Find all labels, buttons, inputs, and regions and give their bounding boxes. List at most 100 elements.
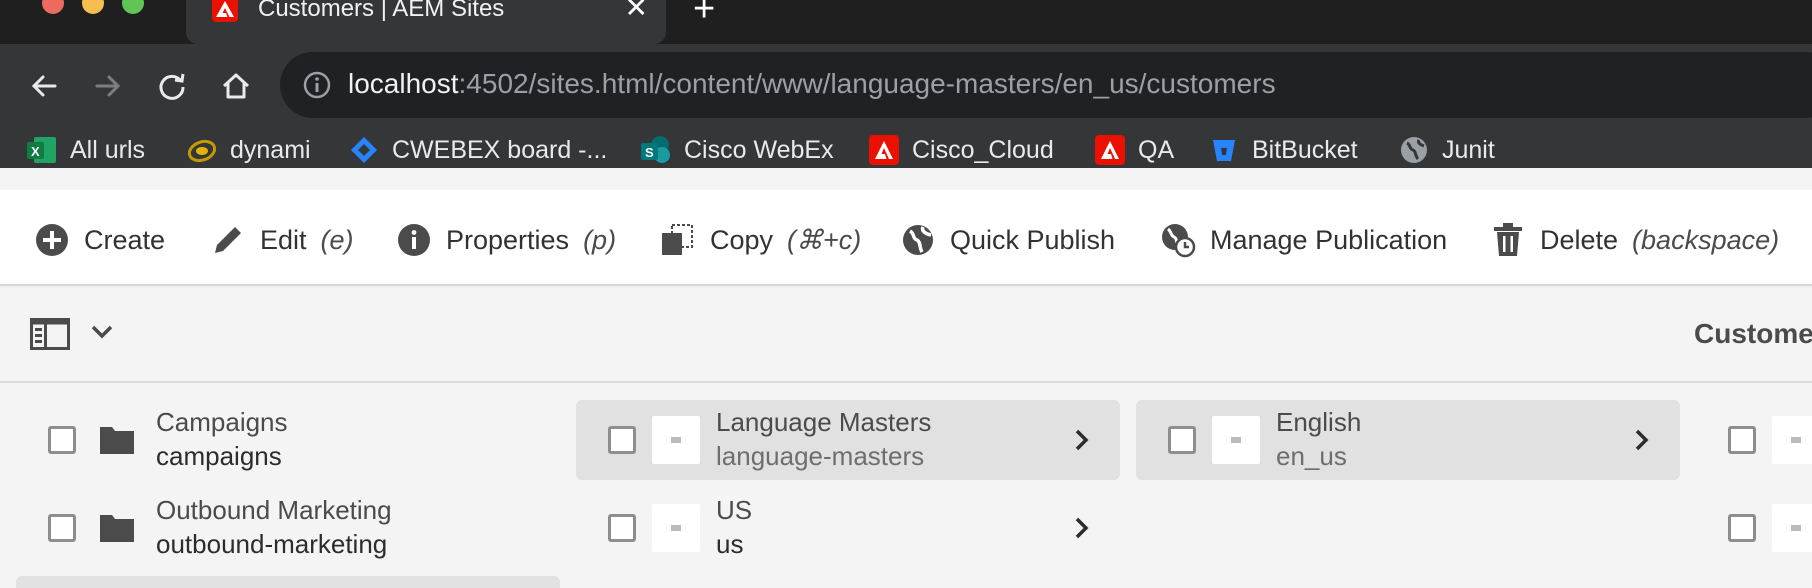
bookmark-label: CWEBEX board -...: [392, 135, 608, 164]
action-shortcut: (e): [320, 224, 354, 255]
bookmark-cwebex-board[interactable]: CWEBEX board -...: [348, 132, 607, 168]
chevron-right-icon: [1075, 429, 1089, 451]
adobe-icon: [1094, 134, 1126, 166]
home-button[interactable]: [214, 64, 258, 108]
bookmark-dynami[interactable]: dynami: [186, 132, 311, 168]
list-item[interactable]: Language Masters language-masters: [576, 400, 1120, 480]
page-thumbnail: [652, 504, 700, 552]
chevron-right-icon: [1635, 429, 1649, 451]
bookmark-label: All urls: [70, 135, 146, 164]
item-checkbox[interactable]: [48, 514, 76, 542]
item-title: Language Masters: [716, 407, 932, 437]
page-title: Customer: [1694, 318, 1812, 349]
bookmark-label: Junit: [1442, 135, 1495, 164]
page-thumbnail: [1772, 504, 1812, 552]
item-checkbox[interactable]: [1728, 514, 1756, 542]
item-name: language-masters: [716, 441, 925, 471]
create-button[interactable]: Create: [34, 220, 165, 260]
globe-icon: [1398, 134, 1430, 166]
bookmark-qa[interactable]: QA: [1094, 132, 1174, 168]
action-label: Delete: [1540, 224, 1619, 255]
manage-publication-button[interactable]: Manage Publication: [1160, 220, 1447, 260]
folder-icon: [100, 427, 134, 454]
trash-icon: [1490, 222, 1526, 258]
excel-icon: X: [26, 134, 58, 166]
close-window-button[interactable]: [42, 0, 64, 14]
item-name: outbound-marketing: [156, 529, 388, 559]
action-label: Copy: [710, 224, 774, 255]
bookmark-all-urls[interactable]: X All urls: [26, 132, 145, 168]
globe-icon: [900, 222, 936, 258]
new-tab-button[interactable]: +: [693, 0, 715, 28]
item-checkbox[interactable]: [48, 426, 76, 454]
address-bar[interactable]: localhost:4502/sites.html/content/www/la…: [280, 52, 1812, 118]
copy-icon: [660, 222, 696, 258]
list-item[interactable]: [1696, 488, 1812, 568]
side-rail-icon: [30, 318, 70, 350]
bookmark-bitbucket[interactable]: BitBucket: [1208, 132, 1358, 168]
rail-toggle-button[interactable]: [30, 318, 70, 355]
maximize-window-button[interactable]: [122, 0, 144, 14]
arrow-right-icon: [95, 75, 121, 97]
list-item[interactable]: [16, 576, 560, 588]
item-checkbox[interactable]: [608, 514, 636, 542]
home-icon: [222, 73, 250, 99]
arrow-left-icon: [31, 75, 57, 97]
bookmarks-bar: X All urls dynami CWEBEX board -... S Ci…: [0, 132, 1812, 168]
url-text: localhost:4502/sites.html/content/www/la…: [348, 66, 1276, 102]
properties-button[interactable]: Properties (p): [396, 220, 616, 260]
jira-icon: [348, 134, 380, 166]
info-icon: [396, 222, 432, 258]
bookmark-cisco-webex[interactable]: S Cisco WebEx: [640, 132, 834, 168]
folder-icon: [100, 515, 134, 542]
reload-icon: [159, 73, 185, 100]
browser-toolbar: localhost:4502/sites.html/content/www/la…: [0, 44, 1812, 168]
copy-button[interactable]: Copy (⌘+c): [660, 220, 861, 260]
delete-button[interactable]: Delete (backspace): [1490, 220, 1779, 260]
reload-button[interactable]: [150, 64, 194, 108]
item-name: en_us: [1276, 441, 1347, 471]
page-thumbnail: [652, 416, 700, 464]
quick-publish-button[interactable]: Quick Publish: [900, 220, 1115, 260]
rail-dropdown-button[interactable]: [90, 324, 114, 345]
url-path: :4502/sites.html/content/www/language-ma…: [458, 68, 1276, 99]
item-title: Outbound Marketing: [156, 495, 392, 525]
browser-tab[interactable]: Customers | AEM Sites ✕: [186, 0, 666, 44]
tab-title: Customers | AEM Sites: [258, 0, 505, 22]
pencil-icon: [210, 222, 246, 258]
site-info-icon[interactable]: [302, 70, 332, 100]
item-name: campaigns: [156, 441, 282, 471]
action-label: Properties: [446, 224, 570, 255]
adobe-icon: [868, 134, 900, 166]
list-item[interactable]: English en_us: [1136, 400, 1680, 480]
list-item[interactable]: Outbound Marketing outbound-marketing: [16, 488, 560, 568]
svg-text:S: S: [645, 145, 654, 160]
edit-button[interactable]: Edit (e): [210, 220, 354, 260]
bookmark-label: BitBucket: [1252, 135, 1358, 164]
item-title: US: [716, 495, 753, 525]
bookmark-junit[interactable]: Junit: [1398, 132, 1495, 168]
bookmark-cisco-cloud[interactable]: Cisco_Cloud: [868, 132, 1054, 168]
url-host: localhost: [348, 68, 459, 99]
item-checkbox[interactable]: [1728, 426, 1756, 454]
add-circle-icon: [34, 222, 70, 258]
minimize-window-button[interactable]: [82, 0, 104, 14]
list-item[interactable]: Campaigns campaigns: [16, 400, 560, 480]
bitbucket-icon: [1208, 134, 1240, 166]
list-item[interactable]: [1696, 400, 1812, 480]
bookmark-label: Cisco_Cloud: [912, 135, 1054, 164]
browser-tab-strip: Customers | AEM Sites ✕ +: [0, 0, 1812, 44]
forward-button[interactable]: [86, 64, 130, 108]
item-name: us: [716, 529, 744, 559]
item-checkbox[interactable]: [1168, 426, 1196, 454]
item-checkbox[interactable]: [608, 426, 636, 454]
item-title: English: [1276, 407, 1362, 437]
globe-clock-icon: [1160, 222, 1196, 258]
close-tab-icon[interactable]: ✕: [625, 0, 648, 22]
page-thumbnail: [1212, 416, 1260, 464]
bookmark-label: Cisco WebEx: [684, 135, 834, 164]
bookmark-label: QA: [1138, 135, 1175, 164]
action-shortcut: (⌘+c): [787, 224, 862, 255]
list-item[interactable]: US us: [576, 488, 1120, 568]
back-button[interactable]: [22, 64, 66, 108]
